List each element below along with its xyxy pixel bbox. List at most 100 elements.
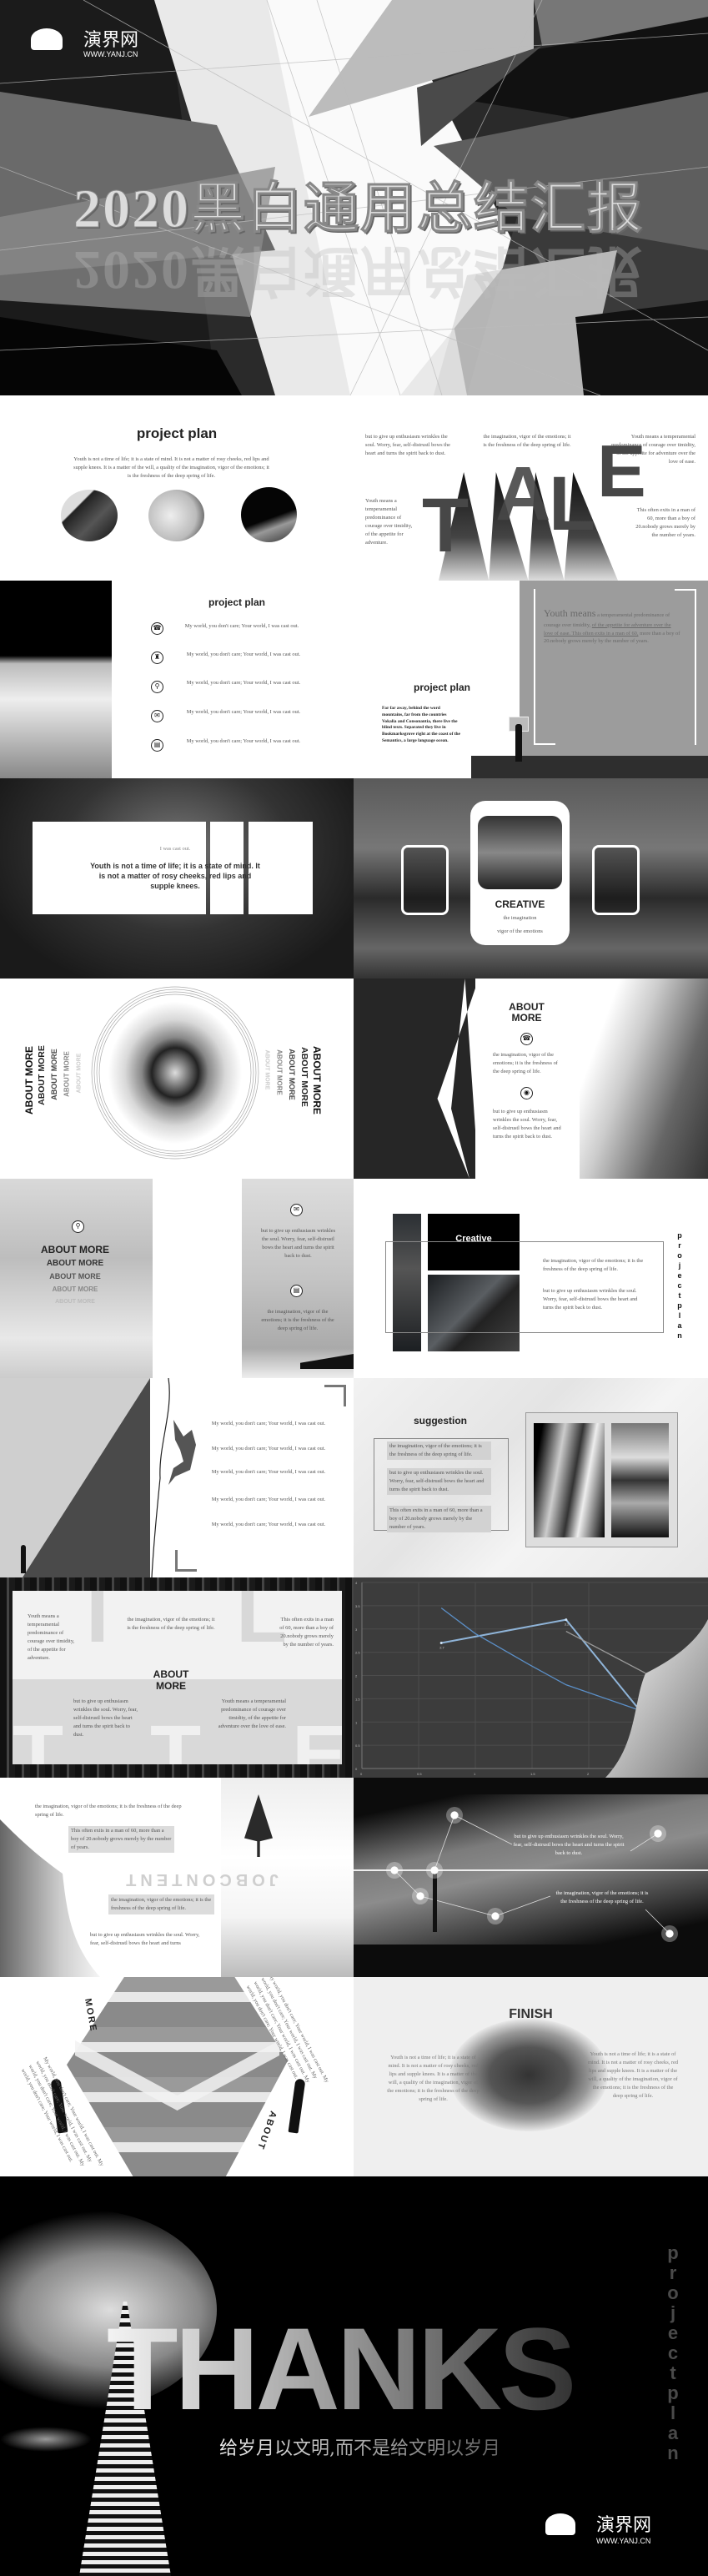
card-title: CREATIVE xyxy=(495,898,545,910)
phone-icon: ☎ xyxy=(520,1033,533,1045)
tale-letter: A xyxy=(495,451,551,536)
climber-silhouette xyxy=(151,1378,196,1577)
slide-thanks: THANKS 给岁月以文明,而不是给文明以岁月 projectplan 演界网 … xyxy=(0,2176,708,2576)
frame-right xyxy=(592,845,640,915)
network-node[interactable] xyxy=(426,1862,443,1879)
vertical-letter: t xyxy=(678,1291,681,1300)
text-block-1: but to give up enthusiasm wrinkles the s… xyxy=(260,1228,336,1259)
about-more-vertical-right: ABOUT MORE ABOUT MORE ABOUT MORE ABOUT M… xyxy=(259,1029,334,1129)
list-item: My world, you don't care; Your world, I … xyxy=(186,738,301,744)
vertical-letter: p xyxy=(667,2382,679,2403)
card-line-1: the imagination xyxy=(503,915,537,921)
network-node[interactable] xyxy=(386,1862,403,1879)
repeat-label: ABOUT MORE xyxy=(275,1049,284,1095)
network-node[interactable] xyxy=(412,1888,429,1904)
site-logo[interactable]: 演界网 WWW.YANJ.CN xyxy=(534,2510,680,2552)
slide-title: ABOUT MORE xyxy=(153,1668,189,1692)
slide-title: project plan xyxy=(208,596,265,608)
standing-person xyxy=(21,1545,26,1573)
mail-icon: ✉ xyxy=(151,710,163,722)
text-block-2: the imagination, vigor of the emotions; … xyxy=(555,1890,649,1904)
slide-finish: FINISH Youth is not a time of life; it i… xyxy=(354,1977,708,2176)
text-box: This often exits in a man of 60, more th… xyxy=(68,1826,174,1853)
main-title-reflection: 2020黑白通用总结汇报 xyxy=(73,239,644,300)
repeat-label: ABOUT MORE xyxy=(63,1051,71,1097)
network-node[interactable] xyxy=(650,1825,666,1842)
vertical-letter: e xyxy=(677,1271,682,1280)
slide-title: FINISH xyxy=(509,2007,553,2021)
road-photo xyxy=(0,581,112,778)
site-logo[interactable]: 演界网 WWW.YANJ.CN xyxy=(21,25,171,63)
slide-about-more-clouds: ⚲ ABOUT MORE ABOUT MORE ABOUT MORE ABOUT… xyxy=(0,1179,354,1378)
rotated-word-about: ABOUT xyxy=(254,2109,279,2152)
title-letter: T xyxy=(13,1708,64,1764)
photo-pole xyxy=(534,1423,605,1537)
slide-snow-tree: the imagination, vigor of the emotions; … xyxy=(0,1778,354,1977)
logo-mark-icon xyxy=(545,2513,575,2535)
title-slide: 演界网 WWW.YANJ.CN 2020黑白通用总结汇报 2020黑白通用总结汇… xyxy=(0,0,708,395)
small-caption: I was cast out. xyxy=(159,846,191,852)
location-pin-icon: ⚲ xyxy=(72,1220,84,1233)
text-box: the imagination, vigor of the emotions; … xyxy=(108,1894,214,1914)
bracket-bottom-left xyxy=(175,1550,197,1572)
text-block-4: but to give up enthusiasm wrinkles the s… xyxy=(73,1698,138,1738)
photo-circle-walker xyxy=(148,490,204,541)
slide-creative: CREATIVE the imagination vigor of the em… xyxy=(354,778,708,979)
text-box: the imagination, vigor of the emotions; … xyxy=(387,1441,491,1460)
vertical-letter: c xyxy=(667,2342,679,2363)
repeat-label: ABOUT MORE xyxy=(299,1047,309,1107)
repeat-label: ABOUT MORE xyxy=(23,1046,35,1114)
phone-icon: ☎ xyxy=(151,622,163,635)
vertical-project-plan: projectplan xyxy=(674,1230,685,1341)
title-letter: I xyxy=(86,1591,109,1660)
slogan: 给岁月以文明,而不是给文明以岁月 xyxy=(219,2433,500,2460)
logo-mark-icon xyxy=(31,28,63,50)
slide-paragraph: Far far away, behind the word mountains,… xyxy=(382,706,460,744)
slide-title: project plan xyxy=(414,682,471,693)
list-item: My world, you don't care; Your world, I … xyxy=(186,652,301,657)
person-silhouette xyxy=(515,724,522,762)
network-node[interactable] xyxy=(446,1807,463,1824)
text-block-1: the imagination, vigor of the emotions; … xyxy=(493,1052,558,1074)
main-quote: Youth is not a time of life; it is a sta… xyxy=(90,862,260,891)
battery-icon: ▤ xyxy=(290,1285,303,1297)
about-more-vertical-left: ABOUT MORE ABOUT MORE ABOUT MORE ABOUT M… xyxy=(17,1029,92,1129)
text-block-1: Youth means a temperamental predominance… xyxy=(28,1613,75,1661)
list-item: My world, you don't care; Your world, I … xyxy=(211,1469,326,1475)
slide-creative-project-plan: Creative the imagination, vigor of the e… xyxy=(354,1179,708,1378)
slide-title: ABOUT MORE xyxy=(509,1001,545,1024)
list-item: My world, you don't care; Your world, I … xyxy=(211,1497,326,1502)
slide-network: but to give up enthusiasm wrinkles the s… xyxy=(354,1778,708,1977)
corridor-photo xyxy=(580,979,708,1179)
text-left: Youth is not a time of life; it is a sta… xyxy=(387,2055,480,2102)
text-block-1: but to give up enthusiasm wrinkles the s… xyxy=(513,1834,625,1856)
title-letter: E xyxy=(292,1708,342,1764)
logo-url: WWW.YANJ.CN xyxy=(596,2537,651,2545)
dark-wall xyxy=(354,979,475,1179)
vertical-letter: l xyxy=(670,2402,676,2423)
frame-left xyxy=(401,845,449,915)
repeat-label: ABOUT MORE xyxy=(288,1049,296,1100)
vertical-letter: n xyxy=(667,2443,679,2463)
quote-text: Youth means a temperamental predominance… xyxy=(544,606,681,646)
slide-project-plan-list: project plan ☎ My world, you don't care;… xyxy=(0,581,354,778)
mail-icon: ✉ xyxy=(290,1204,303,1216)
network-node[interactable] xyxy=(487,1908,504,1924)
repeat-label: ABOUT MORE xyxy=(311,1046,323,1114)
network-node[interactable] xyxy=(661,1925,678,1942)
slide-climber: My world, you don't care; Your world, I … xyxy=(0,1378,354,1577)
bracket-top-right xyxy=(324,1385,346,1406)
page-curl xyxy=(605,1619,708,1778)
text-block-2: but to give up enthusiasm wrinkles the s… xyxy=(493,1109,561,1140)
slide-suggestion: suggestion the imagination, vigor of the… xyxy=(354,1378,708,1577)
photo-circle-shadows xyxy=(61,490,118,541)
repeat-label: ABOUT MORE xyxy=(37,1045,47,1105)
text-left: Youth means a temperamental predominance… xyxy=(365,498,413,546)
floor xyxy=(471,756,708,778)
slide-about-more-corridor: ABOUT MORE ☎ the imagination, vigor of t… xyxy=(354,979,708,1179)
repeat-label: ABOUT MORE xyxy=(264,1049,270,1090)
location-pin-icon: ⚲ xyxy=(151,681,163,693)
list-item: My world, you don't care; Your world, I … xyxy=(211,1421,326,1426)
quote-lead: Youth means xyxy=(544,607,596,619)
vertical-project-plan: projectplan xyxy=(664,2243,682,2463)
